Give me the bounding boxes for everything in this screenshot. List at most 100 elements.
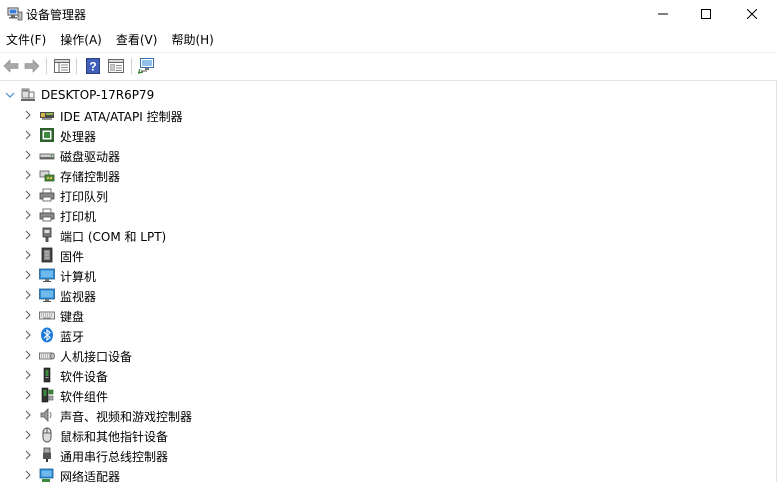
chevron-right-icon[interactable]: [23, 450, 33, 460]
usb-icon: [43, 447, 51, 462]
menu-bar: 文件(F) 操作(A) 查看(V) 帮助(H): [0, 29, 777, 51]
tree-node-computer[interactable]: 计算机: [0, 265, 700, 285]
tree-node-bluetooth[interactable]: 蓝牙: [0, 325, 700, 345]
window-title: 设备管理器: [26, 8, 87, 22]
toolbar-separator: [131, 58, 132, 74]
help-icon: ?: [86, 58, 100, 74]
toolbar-separator: [46, 58, 47, 74]
maximize-icon: [701, 9, 711, 19]
minimize-icon: [658, 13, 668, 15]
tree-node-port[interactable]: 端口 (COM 和 LPT): [0, 225, 700, 245]
maximize-button[interactable]: [683, 0, 729, 28]
back-button[interactable]: [1, 56, 21, 76]
help-button[interactable]: ?: [83, 56, 103, 76]
disk-drive-icon: [39, 153, 55, 160]
chevron-down-icon[interactable]: [5, 90, 15, 100]
device-manager-window: 设备管理器 文件(F) 操作(A) 查看(V) 帮助(H) ? DESKTOP-…: [0, 0, 777, 482]
chevron-right-icon[interactable]: [23, 170, 33, 180]
tree-node-label: 软件设备: [60, 370, 109, 384]
tree-node-label: 存储控制器: [60, 170, 121, 184]
scan-hardware-icon: [138, 58, 154, 74]
tree-node-software-device[interactable]: 软件设备: [0, 365, 700, 385]
tree-node-label: 处理器: [60, 130, 97, 144]
ide-controller-icon: [40, 112, 54, 120]
menu-view[interactable]: 查看(V): [110, 29, 164, 51]
back-icon: [3, 59, 19, 73]
tree-node-label: 软件组件: [60, 390, 109, 404]
software-component-icon: [41, 387, 54, 403]
print-queue-icon: [39, 188, 55, 202]
chevron-right-icon[interactable]: [23, 350, 33, 360]
device-tree: DESKTOP-17R6P79 IDE ATA/ATAPI 控制器 处理器 磁盘…: [0, 80, 777, 482]
chevron-right-icon[interactable]: [23, 390, 33, 400]
tree-node-label: 人机接口设备: [60, 350, 133, 364]
chevron-right-icon[interactable]: [23, 250, 33, 260]
tree-node-print-queue[interactable]: 打印队列: [0, 185, 700, 205]
tree-node-sound[interactable]: 声音、视频和游戏控制器: [0, 405, 700, 425]
tree-node-network-adapter[interactable]: 网络适配器: [0, 465, 700, 482]
tree-root[interactable]: DESKTOP-17R6P79: [0, 85, 700, 105]
tree-node-label: 磁盘驱动器: [60, 150, 121, 164]
tree-node-mouse[interactable]: 鼠标和其他指针设备: [0, 425, 700, 445]
firmware-icon: [41, 247, 53, 263]
forward-button[interactable]: [22, 56, 42, 76]
tree-node-label: 鼠标和其他指针设备: [60, 430, 169, 444]
chevron-right-icon[interactable]: [23, 110, 33, 120]
tree-node-label: 计算机: [60, 270, 97, 284]
tree-node-ide-controller[interactable]: IDE ATA/ATAPI 控制器: [0, 105, 700, 125]
tree-node-firmware[interactable]: 固件: [0, 245, 700, 265]
sound-icon: [40, 408, 52, 422]
tree-node-label: 网络适配器: [60, 470, 121, 482]
chevron-right-icon[interactable]: [23, 130, 33, 140]
port-icon: [42, 227, 52, 242]
minimize-button[interactable]: [640, 0, 686, 28]
network-adapter-icon: [39, 468, 54, 482]
tree-node-label: 监视器: [60, 290, 97, 304]
chevron-right-icon[interactable]: [23, 290, 33, 300]
hid-icon: [39, 352, 55, 360]
chevron-right-icon[interactable]: [23, 330, 33, 340]
svg-text:?: ?: [89, 60, 96, 74]
tree-node-usb[interactable]: 通用串行总线控制器: [0, 445, 700, 465]
tree-node-hid[interactable]: 人机接口设备: [0, 345, 700, 365]
chevron-right-icon[interactable]: [23, 410, 33, 420]
menu-help[interactable]: 帮助(H): [165, 29, 219, 51]
tree-node-label: 打印队列: [60, 190, 109, 204]
show-hide-console-tree-icon: [54, 59, 70, 73]
processor-icon: [40, 128, 54, 142]
chevron-right-icon[interactable]: [23, 210, 33, 220]
toolbar: ?: [0, 52, 777, 79]
properties-button[interactable]: [106, 56, 126, 76]
tree-node-storage-controller[interactable]: 存储控制器: [0, 165, 700, 185]
keyboard-icon: [39, 311, 55, 320]
mouse-icon: [42, 427, 52, 443]
tree-node-processor[interactable]: 处理器: [0, 125, 700, 145]
tree-node-printer[interactable]: 打印机: [0, 205, 700, 225]
menu-action[interactable]: 操作(A): [54, 29, 108, 51]
computer-tree-root-icon: [21, 88, 35, 101]
tree-node-label: 声音、视频和游戏控制器: [60, 410, 193, 424]
tree-node-label: 固件: [60, 250, 85, 264]
storage-controller-icon: [39, 170, 55, 182]
tree-node-label: 端口 (COM 和 LPT): [60, 230, 167, 244]
tree-node-keyboard[interactable]: 键盘: [0, 305, 700, 325]
menu-file[interactable]: 文件(F): [0, 29, 52, 51]
monitor-icon: [39, 288, 55, 302]
close-button[interactable]: [729, 0, 775, 28]
chevron-right-icon[interactable]: [23, 270, 33, 280]
tree-root-label: DESKTOP-17R6P79: [41, 88, 155, 102]
scan-hardware-button[interactable]: [137, 56, 157, 76]
tree-node-monitor[interactable]: 监视器: [0, 285, 700, 305]
title-bar: 设备管理器: [0, 0, 777, 28]
tree-node-software-component[interactable]: 软件组件: [0, 385, 700, 405]
chevron-right-icon[interactable]: [23, 190, 33, 200]
chevron-right-icon[interactable]: [23, 150, 33, 160]
chevron-right-icon[interactable]: [23, 430, 33, 440]
chevron-right-icon[interactable]: [23, 230, 33, 240]
tree-node-disk-drive[interactable]: 磁盘驱动器: [0, 145, 700, 165]
chevron-right-icon[interactable]: [23, 370, 33, 380]
software-device-icon: [43, 367, 51, 383]
show-hide-console-tree-button[interactable]: [52, 56, 72, 76]
chevron-right-icon[interactable]: [23, 470, 33, 480]
chevron-right-icon[interactable]: [23, 310, 33, 320]
